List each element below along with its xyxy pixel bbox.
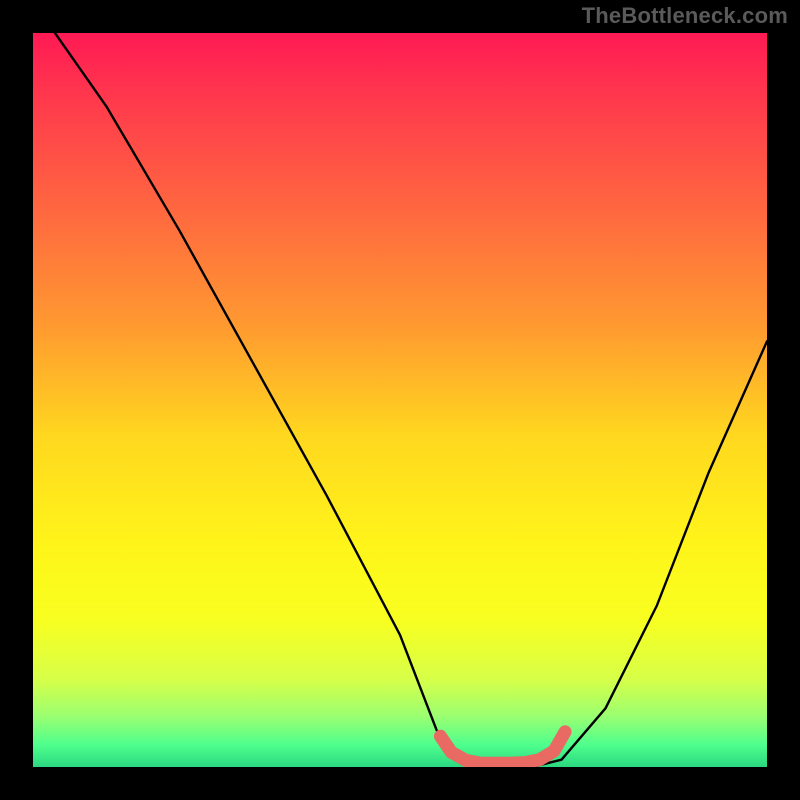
attribution-text: TheBottleneck.com: [582, 3, 788, 29]
curve-layer: [33, 33, 767, 767]
chart-frame: TheBottleneck.com: [0, 0, 800, 800]
plot-area: [33, 33, 767, 767]
bottleneck-curve: [55, 33, 767, 767]
optimal-range-marker: [440, 732, 565, 764]
